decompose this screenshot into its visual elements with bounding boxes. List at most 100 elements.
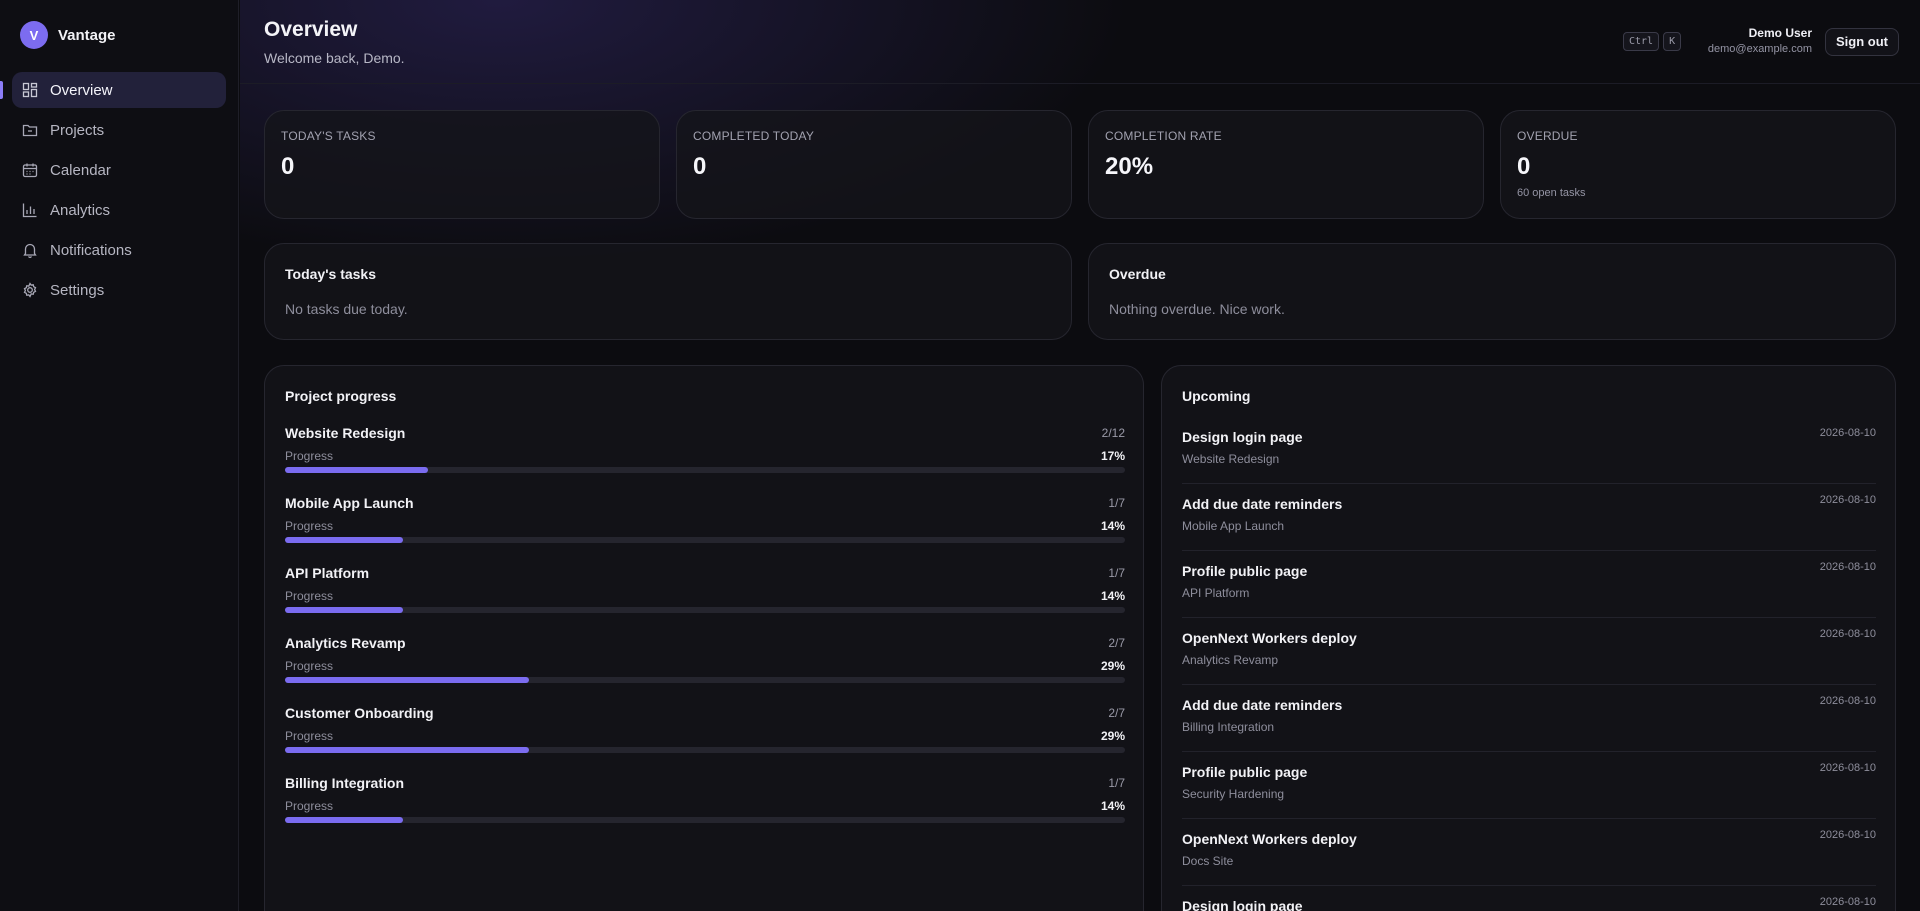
task-project: Analytics Revamp [1182, 653, 1279, 667]
panel-title: Upcoming [1182, 388, 1251, 404]
brand[interactable]: V Vantage [20, 18, 238, 52]
sign-out-button[interactable]: Sign out [1825, 28, 1899, 56]
upcoming-item[interactable]: Design login page Website Redesign 2026-… [1182, 417, 1876, 484]
project-row[interactable]: Customer Onboarding 2/7 Progress 29% [285, 705, 1125, 765]
progress-label: Progress [285, 799, 334, 813]
brand-logo: V [20, 21, 48, 49]
sidebar-item-calendar[interactable]: Calendar [12, 152, 226, 188]
progress-percent: 29% [1100, 659, 1125, 673]
project-task-count: 1/7 [1108, 566, 1125, 580]
page-header: Overview Welcome back, Demo. Ctrl K Demo… [240, 0, 1920, 84]
progress-track [285, 467, 1125, 473]
progress-track [285, 817, 1125, 823]
sidebar-item-label: Settings [50, 281, 105, 299]
progress-percent: 29% [1100, 729, 1125, 743]
stat-label: COMPLETED TODAY [693, 129, 815, 143]
project-row[interactable]: Analytics Revamp 2/7 Progress 29% [285, 635, 1125, 695]
progress-label: Progress [285, 589, 334, 603]
todays-tasks-panel: Today's tasks No tasks due today. [264, 243, 1072, 340]
stat-value: 20% [1105, 153, 1154, 180]
sidebar-nav: Overview Projects Calendar Analytics Not… [0, 72, 238, 308]
sidebar-item-notifications[interactable]: Notifications [12, 232, 226, 268]
progress-fill [285, 537, 403, 543]
kbd-k: K [1663, 32, 1682, 51]
task-project: API Platform [1182, 586, 1250, 600]
progress-fill [285, 817, 403, 823]
overdue-panel: Overdue Nothing overdue. Nice work. [1088, 243, 1896, 340]
project-task-count: 1/7 [1108, 776, 1125, 790]
project-name: Customer Onboarding [285, 705, 434, 721]
sidebar-item-label: Projects [50, 121, 105, 139]
project-name: API Platform [285, 565, 370, 581]
user-email: demo@example.com [1707, 43, 1812, 55]
progress-fill [285, 677, 529, 683]
sidebar-item-label: Calendar [50, 161, 111, 179]
calendar-icon [22, 162, 38, 178]
sidebar: V Vantage Overview Projects Calendar Ana… [0, 0, 239, 911]
project-task-count: 2/7 [1108, 706, 1125, 720]
stat-label: COMPLETION RATE [1105, 129, 1222, 143]
upcoming-item[interactable]: Profile public page API Platform 2026-08… [1182, 551, 1876, 618]
project-row[interactable]: Billing Integration 1/7 Progress 14% [285, 775, 1125, 835]
task-project: Website Redesign [1182, 452, 1280, 466]
project-row[interactable]: Mobile App Launch 1/7 Progress 14% [285, 495, 1125, 555]
task-title: Profile public page [1182, 764, 1308, 780]
progress-fill [285, 607, 403, 613]
task-due-date: 2026-08-10 [1819, 628, 1876, 640]
upcoming-item[interactable]: Profile public page Security Hardening 2… [1182, 752, 1876, 819]
stat-label: TODAY'S TASKS [281, 129, 376, 143]
command-palette-shortcut[interactable]: Ctrl K [1623, 32, 1682, 51]
stat-value: 0 [1517, 153, 1531, 180]
sidebar-item-label: Overview [50, 81, 113, 99]
gear-icon [22, 282, 38, 298]
sidebar-item-label: Notifications [50, 241, 132, 259]
upcoming-item[interactable]: OpenNext Workers deploy Analytics Revamp… [1182, 618, 1876, 685]
stat-card-completion-rate: COMPLETION RATE 20% [1088, 110, 1484, 219]
stat-label: OVERDUE [1517, 129, 1578, 143]
stat-card-overdue: OVERDUE 0 60 open tasks [1500, 110, 1896, 219]
task-project: Mobile App Launch [1182, 519, 1285, 533]
task-title: OpenNext Workers deploy [1182, 831, 1357, 847]
upcoming-item[interactable]: OpenNext Workers deploy Docs Site 2026-0… [1182, 819, 1876, 886]
panel-title: Project progress [285, 388, 397, 404]
upcoming-panel: Upcoming Design login page Website Redes… [1161, 365, 1896, 911]
stat-value: 0 [281, 153, 295, 180]
bar-chart-icon [22, 202, 38, 218]
progress-label: Progress [285, 729, 334, 743]
upcoming-item[interactable]: Add due date reminders Mobile App Launch… [1182, 484, 1876, 551]
project-name: Analytics Revamp [285, 635, 406, 651]
sidebar-item-settings[interactable]: Settings [12, 272, 226, 308]
task-due-date: 2026-08-10 [1819, 561, 1876, 573]
project-task-count: 2/7 [1108, 636, 1125, 650]
project-row[interactable]: API Platform 1/7 Progress 14% [285, 565, 1125, 625]
upcoming-item[interactable]: Design login page 2026-08-10 [1182, 886, 1876, 911]
task-project: Billing Integration [1182, 720, 1275, 734]
task-title: Add due date reminders [1182, 697, 1343, 713]
task-due-date: 2026-08-10 [1819, 896, 1876, 908]
project-row[interactable]: Website Redesign 2/12 Progress 17% [285, 425, 1125, 485]
project-name: Billing Integration [285, 775, 404, 791]
upcoming-item[interactable]: Add due date reminders Billing Integrati… [1182, 685, 1876, 752]
project-progress-panel: Project progress Website Redesign 2/12 P… [264, 365, 1144, 911]
page-title: Overview [264, 18, 358, 41]
stat-card-todays-tasks: TODAY'S TASKS 0 [264, 110, 660, 219]
sidebar-item-overview[interactable]: Overview [0, 72, 226, 108]
panel-title: Today's tasks [285, 266, 376, 282]
page-subtitle: Welcome back, Demo. [264, 50, 405, 66]
sidebar-item-analytics[interactable]: Analytics [12, 192, 226, 228]
task-due-date: 2026-08-10 [1819, 695, 1876, 707]
sidebar-item-projects[interactable]: Projects [12, 112, 226, 148]
empty-state-text: No tasks due today. [285, 301, 408, 317]
task-due-date: 2026-08-10 [1819, 762, 1876, 774]
progress-fill [285, 747, 529, 753]
task-title: Design login page [1182, 429, 1303, 445]
progress-percent: 14% [1100, 799, 1125, 813]
kbd-ctrl: Ctrl [1623, 32, 1660, 51]
task-title: Profile public page [1182, 563, 1308, 579]
task-due-date: 2026-08-10 [1819, 427, 1876, 439]
sidebar-item-label: Analytics [50, 201, 111, 219]
bell-icon [22, 242, 38, 258]
progress-track [285, 747, 1125, 753]
progress-label: Progress [285, 659, 334, 673]
progress-label: Progress [285, 449, 334, 463]
